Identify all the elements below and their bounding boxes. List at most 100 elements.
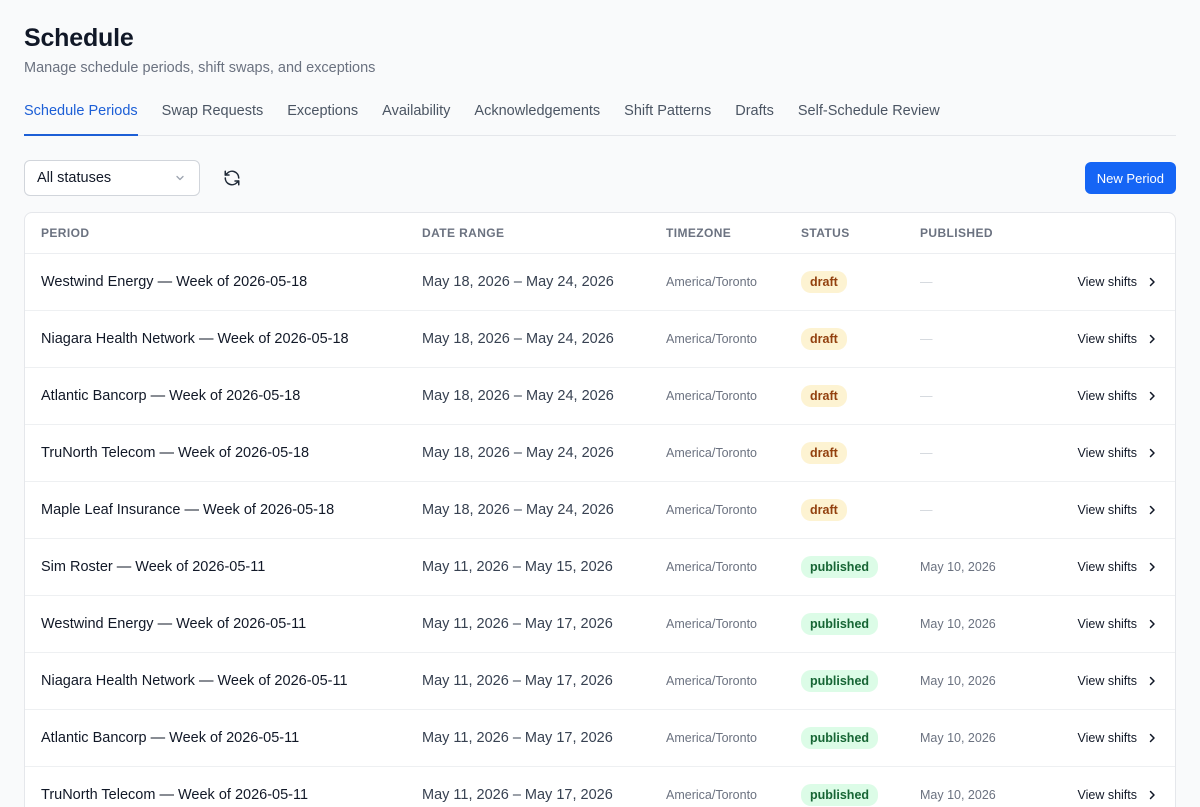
schedule-periods-table: Period Date Range Timezone Status Publis… xyxy=(24,212,1176,807)
view-shifts-link[interactable]: View shifts xyxy=(1077,767,1159,807)
period-name: Niagara Health Network — Week of 2026-05… xyxy=(41,331,349,347)
date-range: May 18, 2026 – May 24, 2026 xyxy=(422,274,614,290)
chevron-right-icon xyxy=(1147,618,1159,630)
chevron-right-icon xyxy=(1147,390,1159,402)
status-cell: published xyxy=(801,596,879,652)
status-badge: draft xyxy=(801,271,847,293)
status-filter-select[interactable]: All statuses xyxy=(24,160,200,196)
view-shifts-label: View shifts xyxy=(1077,275,1137,289)
tab-schedule-periods[interactable]: Schedule Periods xyxy=(24,96,138,136)
timezone: America/Toronto xyxy=(666,674,758,688)
chevron-right-icon xyxy=(1147,732,1159,744)
table-row[interactable]: TruNorth Telecom — Week of 2026-05-11 May… xyxy=(25,767,1175,807)
page-subtitle: Manage schedule periods, shift swaps, an… xyxy=(24,60,376,76)
date-range: May 11, 2026 – May 17, 2026 xyxy=(422,730,613,746)
status-badge: draft xyxy=(801,499,847,521)
view-shifts-label: View shifts xyxy=(1077,788,1137,802)
table-row[interactable]: Sim Roster — Week of 2026-05-11 May 11, 2… xyxy=(25,539,1175,596)
published-date: — xyxy=(920,446,933,460)
tab-drafts[interactable]: Drafts xyxy=(735,96,774,136)
status-cell: published xyxy=(801,539,879,595)
chevron-right-icon xyxy=(1147,447,1159,459)
table-row[interactable]: Atlantic Bancorp — Week of 2026-05-11 May… xyxy=(25,710,1175,767)
published-date: — xyxy=(920,389,933,403)
table-header: Period Date Range Timezone Status Publis… xyxy=(25,213,1175,254)
timezone: America/Toronto xyxy=(666,617,758,631)
refresh-icon[interactable] xyxy=(220,166,244,190)
chevron-right-icon xyxy=(1147,333,1159,345)
table-row[interactable]: Niagara Health Network — Week of 2026-05… xyxy=(25,311,1175,368)
timezone: America/Toronto xyxy=(666,788,758,802)
view-shifts-link[interactable]: View shifts xyxy=(1077,653,1159,709)
published-date: May 10, 2026 xyxy=(920,731,996,745)
published-date: May 10, 2026 xyxy=(920,560,996,574)
table-row[interactable]: Westwind Energy — Week of 2026-05-18 May … xyxy=(25,254,1175,311)
date-range: May 18, 2026 – May 24, 2026 xyxy=(422,502,614,518)
view-shifts-label: View shifts xyxy=(1077,332,1137,346)
status-cell: published xyxy=(801,653,879,709)
tab-shift-patterns[interactable]: Shift Patterns xyxy=(624,96,711,136)
period-name: Westwind Energy — Week of 2026-05-18 xyxy=(41,274,308,290)
view-shifts-link[interactable]: View shifts xyxy=(1077,311,1159,367)
toolbar: All statuses New Period xyxy=(24,160,1176,196)
tab-availability[interactable]: Availability xyxy=(382,96,450,136)
date-range: May 18, 2026 – May 24, 2026 xyxy=(422,388,614,404)
view-shifts-link[interactable]: View shifts xyxy=(1077,482,1159,538)
date-range: May 18, 2026 – May 24, 2026 xyxy=(422,331,614,347)
date-range: May 11, 2026 – May 17, 2026 xyxy=(422,787,613,803)
period-name: TruNorth Telecom — Week of 2026-05-18 xyxy=(41,445,310,461)
timezone: America/Toronto xyxy=(666,731,758,745)
table-row[interactable]: TruNorth Telecom — Week of 2026-05-18 May… xyxy=(25,425,1175,482)
table-body: Westwind Energy — Week of 2026-05-18 May … xyxy=(25,254,1175,807)
timezone: America/Toronto xyxy=(666,503,758,517)
table-row[interactable]: Niagara Health Network — Week of 2026-05… xyxy=(25,653,1175,710)
period-name: Maple Leaf Insurance — Week of 2026-05-1… xyxy=(41,502,335,518)
view-shifts-label: View shifts xyxy=(1077,446,1137,460)
date-range: May 11, 2026 – May 17, 2026 xyxy=(422,616,613,632)
tab-self-schedule-review[interactable]: Self-Schedule Review xyxy=(798,96,940,136)
table-row[interactable]: Westwind Energy — Week of 2026-05-11 May … xyxy=(25,596,1175,653)
chevron-right-icon xyxy=(1147,675,1159,687)
status-cell: draft xyxy=(801,368,847,424)
status-cell: draft xyxy=(801,254,847,310)
status-cell: published xyxy=(801,767,879,807)
date-range: May 11, 2026 – May 15, 2026 xyxy=(422,559,613,575)
tab-swap-requests[interactable]: Swap Requests xyxy=(162,96,264,136)
chevron-right-icon xyxy=(1147,789,1159,801)
status-cell: draft xyxy=(801,482,847,538)
view-shifts-link[interactable]: View shifts xyxy=(1077,425,1159,481)
column-header-period: Period xyxy=(41,226,90,240)
new-period-button[interactable]: New Period xyxy=(1084,162,1176,194)
published-date: — xyxy=(920,332,933,346)
period-name: Westwind Energy — Week of 2026-05-11 xyxy=(41,616,307,632)
view-shifts-label: View shifts xyxy=(1077,389,1137,403)
published-date: — xyxy=(920,503,933,517)
period-name: Niagara Health Network — Week of 2026-05… xyxy=(41,673,348,689)
column-header-date-range: Date Range xyxy=(422,226,505,240)
view-shifts-link[interactable]: View shifts xyxy=(1077,539,1159,595)
timezone: America/Toronto xyxy=(666,275,758,289)
view-shifts-link[interactable]: View shifts xyxy=(1077,254,1159,310)
tab-exceptions[interactable]: Exceptions xyxy=(287,96,358,136)
chevron-right-icon xyxy=(1147,276,1159,288)
period-name: Sim Roster — Week of 2026-05-11 xyxy=(41,559,266,575)
view-shifts-link[interactable]: View shifts xyxy=(1077,710,1159,766)
view-shifts-label: View shifts xyxy=(1077,617,1137,631)
status-badge: draft xyxy=(801,385,847,407)
timezone: America/Toronto xyxy=(666,332,758,346)
table-row[interactable]: Maple Leaf Insurance — Week of 2026-05-1… xyxy=(25,482,1175,539)
table-row[interactable]: Atlantic Bancorp — Week of 2026-05-18 May… xyxy=(25,368,1175,425)
page-title: Schedule xyxy=(24,24,134,52)
tab-acknowledgements[interactable]: Acknowledgements xyxy=(474,96,600,136)
view-shifts-link[interactable]: View shifts xyxy=(1077,368,1159,424)
period-name: Atlantic Bancorp — Week of 2026-05-11 xyxy=(41,730,300,746)
published-date: — xyxy=(920,275,933,289)
period-name: TruNorth Telecom — Week of 2026-05-11 xyxy=(41,787,309,803)
view-shifts-link[interactable]: View shifts xyxy=(1077,596,1159,652)
timezone: America/Toronto xyxy=(666,560,758,574)
status-badge: published xyxy=(801,556,879,578)
timezone: America/Toronto xyxy=(666,446,758,460)
published-date: May 10, 2026 xyxy=(920,674,996,688)
status-badge: draft xyxy=(801,442,847,464)
status-filter-value: All statuses xyxy=(37,170,112,186)
